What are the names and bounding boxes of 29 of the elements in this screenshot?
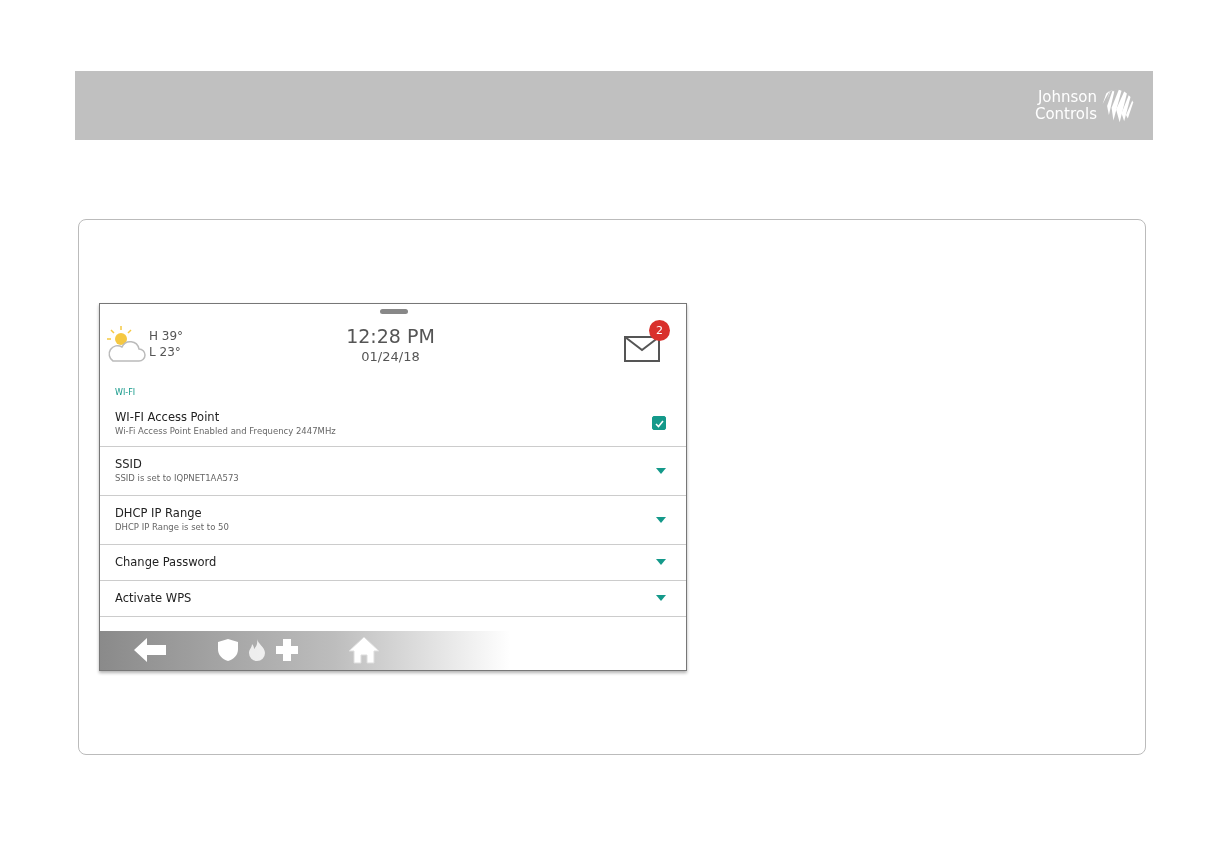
clock-date: 01/24/18 — [361, 348, 420, 365]
section-heading: WI-FI — [114, 386, 137, 399]
flame-icon[interactable] — [248, 639, 266, 662]
setting-title[interactable]: Activate WPS — [115, 590, 192, 606]
checkbox[interactable] — [652, 416, 666, 431]
dropdown-caret-icon[interactable] — [656, 467, 666, 474]
plus-icon[interactable] — [276, 639, 298, 662]
dropdown-caret-icon[interactable] — [656, 559, 666, 566]
setting-description: Wi-Fi Access Point Enabled and Frequency 2447MHz — [115, 424, 336, 437]
dropdown-caret-icon[interactable] — [656, 595, 666, 602]
setting-title[interactable]: DHCP IP Range — [115, 506, 229, 522]
message-count-badge: 2 — [649, 320, 670, 341]
drag-handle[interactable] — [380, 309, 408, 314]
clock-time: 12:28 PM — [346, 324, 435, 348]
logo-text: Johnson — [1037, 88, 1097, 106]
shield-icon[interactable] — [218, 639, 238, 662]
partly-cloudy-icon — [105, 324, 147, 364]
high-temperature: H 39° — [149, 328, 184, 344]
setting-title[interactable]: Change Password — [115, 554, 217, 570]
setting-title[interactable]: WI-FI Access Point — [115, 409, 336, 425]
setting-description: SSID is set to IQPNET1AA573 — [115, 472, 239, 485]
envelope-icon[interactable] — [624, 336, 660, 362]
setting-description: DHCP IP Range is set to 50 — [115, 521, 229, 534]
dropdown-caret-icon[interactable] — [656, 516, 666, 523]
setting-title[interactable]: SSID — [115, 457, 239, 473]
home-icon[interactable] — [348, 636, 380, 665]
logo-text: Controls — [1034, 105, 1097, 123]
back-arrow-icon[interactable] — [134, 638, 166, 663]
low-temperature: L 23° — [149, 344, 182, 360]
